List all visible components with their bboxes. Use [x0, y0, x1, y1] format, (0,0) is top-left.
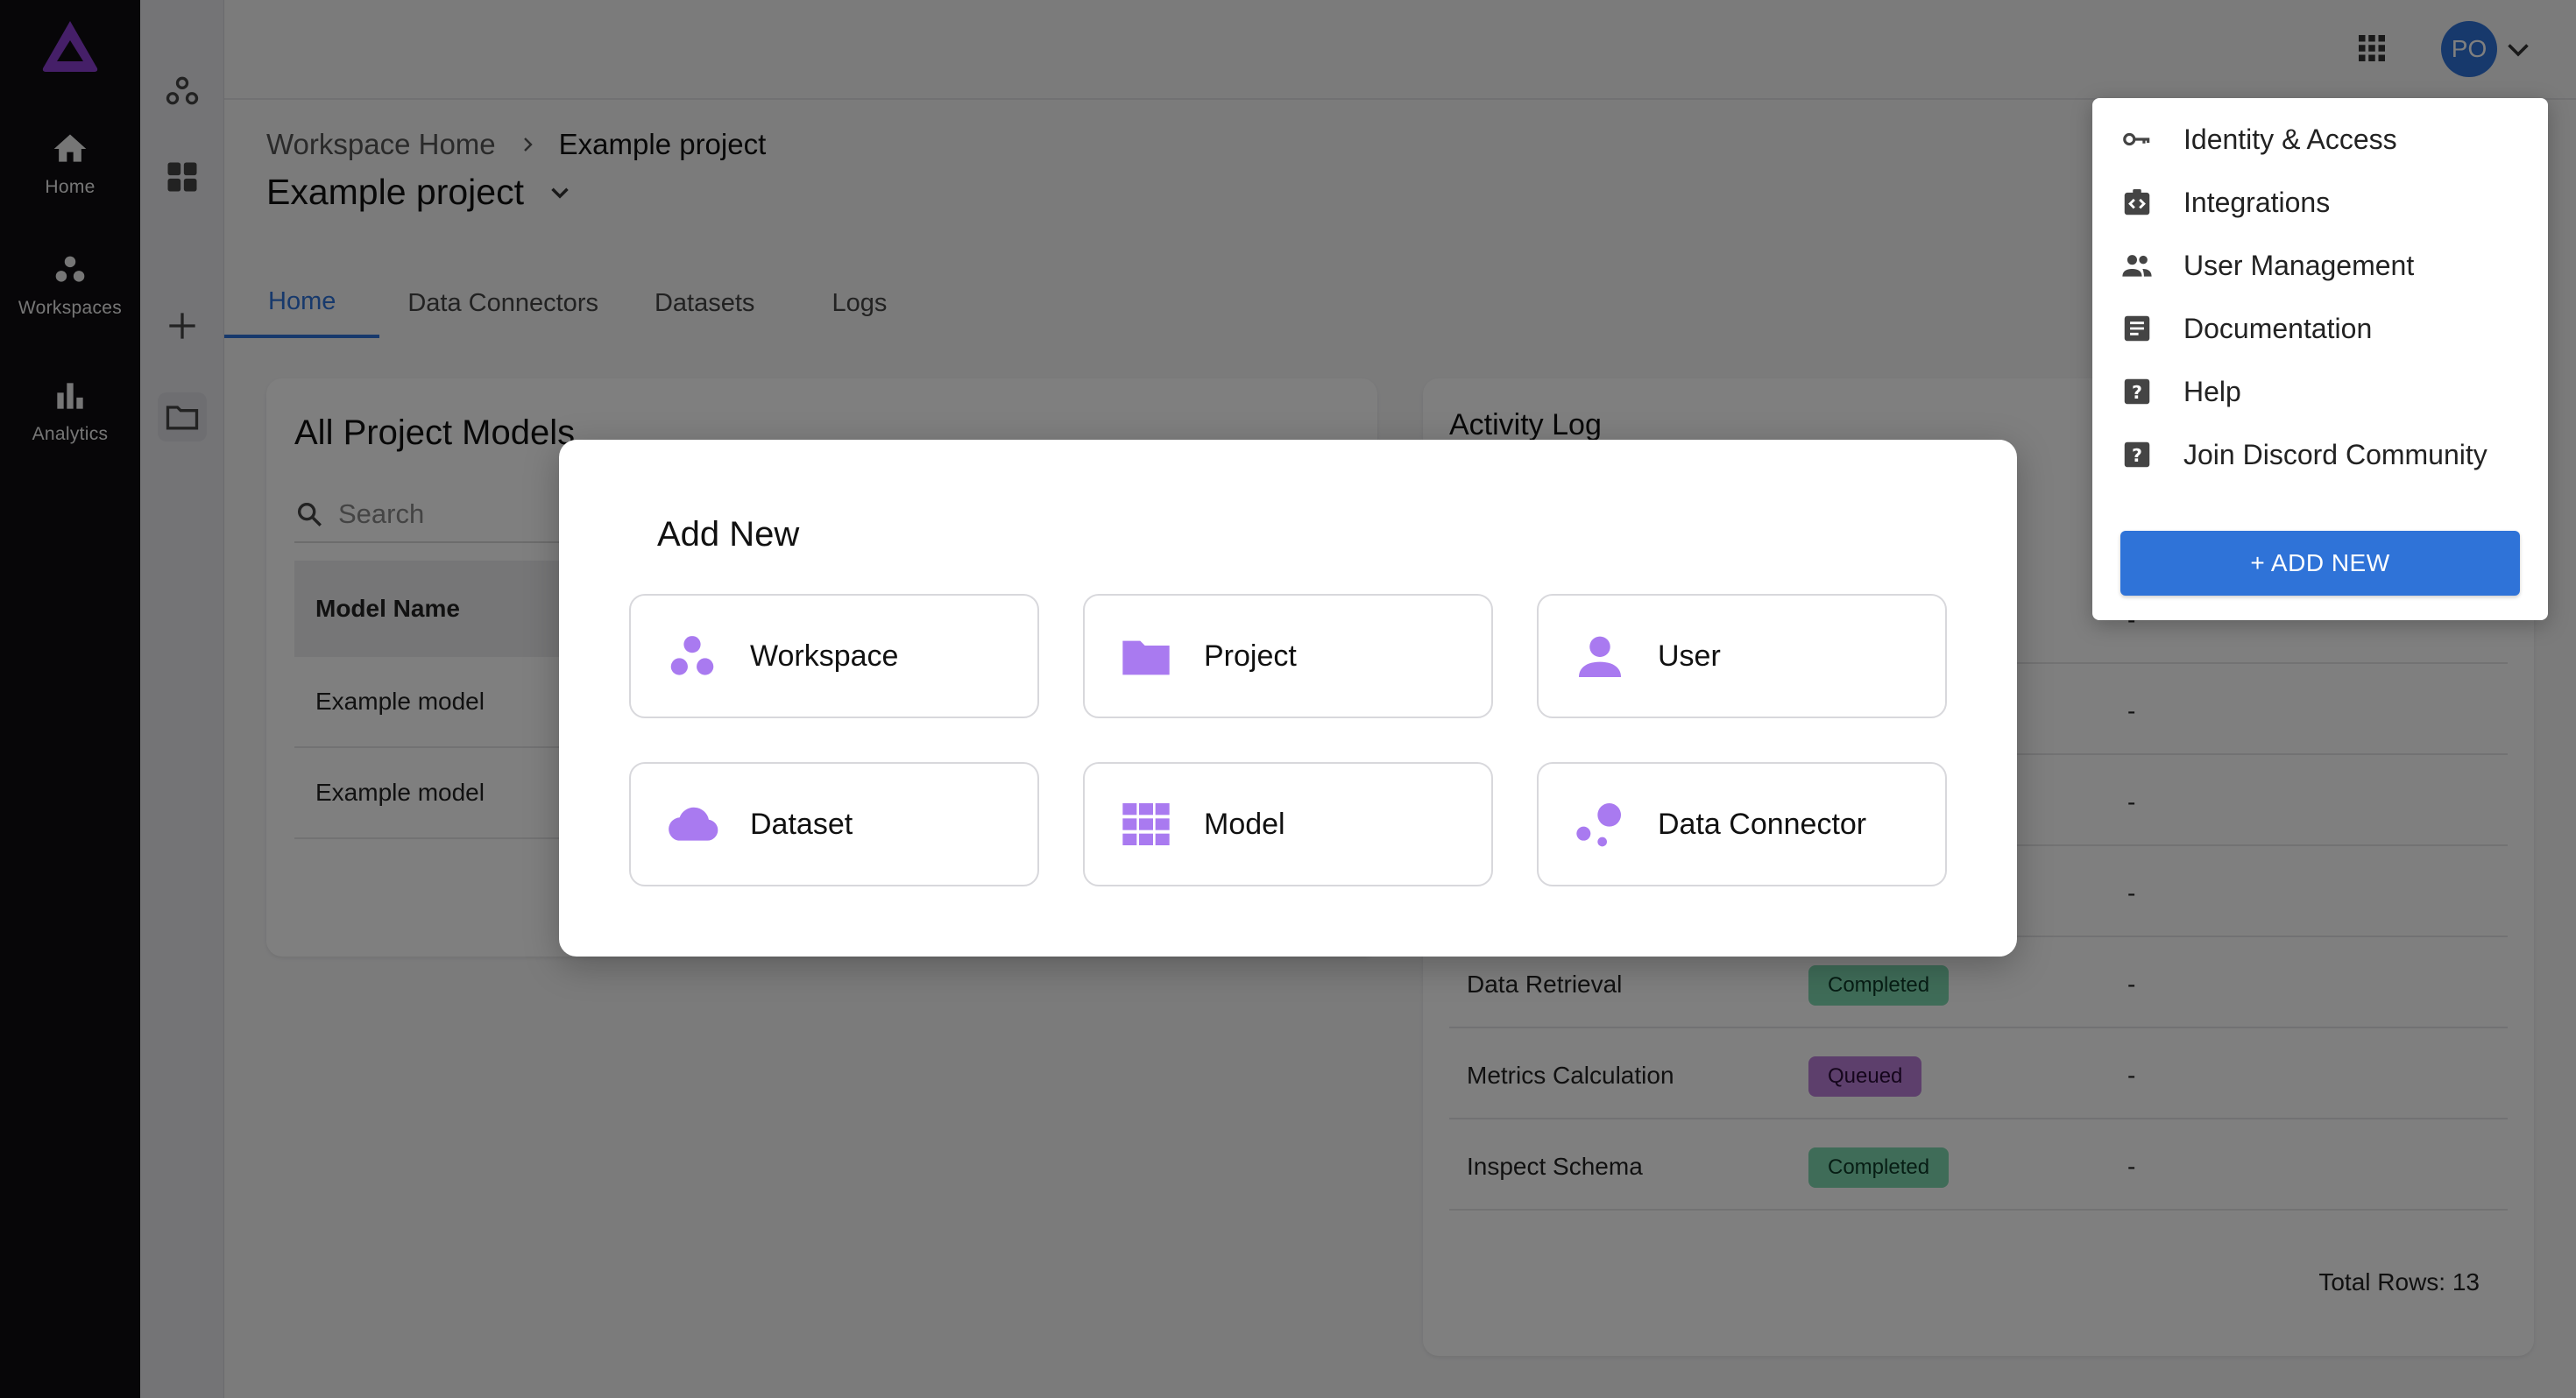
- menu-item-integrations[interactable]: Integrations: [2092, 173, 2548, 231]
- svg-text:?: ?: [2132, 445, 2142, 466]
- menu-item-user-management[interactable]: User Management: [2092, 237, 2548, 294]
- users-icon: [2122, 255, 2152, 277]
- dialog-title: Add New: [657, 515, 800, 554]
- menu-item-help[interactable]: ? Help: [2092, 363, 2548, 420]
- profile-dropdown-menu: Identity & Access Integrations User Mana…: [2092, 98, 2548, 620]
- add-model-button[interactable]: Model: [1083, 762, 1493, 886]
- menu-item-identity-access[interactable]: Identity & Access: [2092, 110, 2548, 168]
- menu-item-label: Help: [2183, 375, 2241, 407]
- data-connector-icon: [1576, 803, 1621, 847]
- workspace-icon: [670, 636, 714, 675]
- integrations-icon: [2124, 188, 2150, 215]
- cloud-icon: [669, 807, 718, 841]
- add-option-label: Project: [1204, 639, 1297, 673]
- add-option-label: Workspace: [750, 639, 899, 673]
- add-option-label: Dataset: [750, 807, 853, 841]
- add-data-connector-button[interactable]: Data Connector: [1537, 762, 1947, 886]
- add-user-button[interactable]: User: [1537, 594, 1947, 718]
- add-workspace-button[interactable]: Workspace: [629, 594, 1039, 718]
- add-dataset-button[interactable]: Dataset: [629, 762, 1039, 886]
- menu-item-label: Identity & Access: [2183, 123, 2397, 155]
- help-icon: ?: [2124, 378, 2150, 405]
- add-option-label: Model: [1204, 807, 1285, 841]
- folder-icon: [1122, 640, 1170, 675]
- add-new-dialog: Add New Workspace Project User Dataset M…: [559, 440, 2017, 957]
- document-icon: [2124, 315, 2150, 342]
- add-option-label: Data Connector: [1658, 807, 1867, 841]
- svg-text:?: ?: [2132, 382, 2142, 403]
- add-project-button[interactable]: Project: [1083, 594, 1493, 718]
- menu-item-label: User Management: [2183, 249, 2415, 281]
- menu-item-label: Integrations: [2183, 186, 2331, 218]
- help-icon: ?: [2124, 441, 2150, 468]
- menu-item-label: Join Discord Community: [2183, 438, 2488, 470]
- add-new-button[interactable]: + ADD NEW: [2120, 531, 2520, 596]
- menu-item-documentation[interactable]: Documentation: [2092, 300, 2548, 357]
- menu-item-discord[interactable]: ? Join Discord Community: [2092, 426, 2548, 484]
- key-icon: [2123, 132, 2150, 146]
- add-option-label: User: [1658, 639, 1721, 673]
- user-icon: [1579, 636, 1621, 677]
- menu-item-label: Documentation: [2183, 312, 2373, 344]
- grid-icon: [1122, 803, 1170, 845]
